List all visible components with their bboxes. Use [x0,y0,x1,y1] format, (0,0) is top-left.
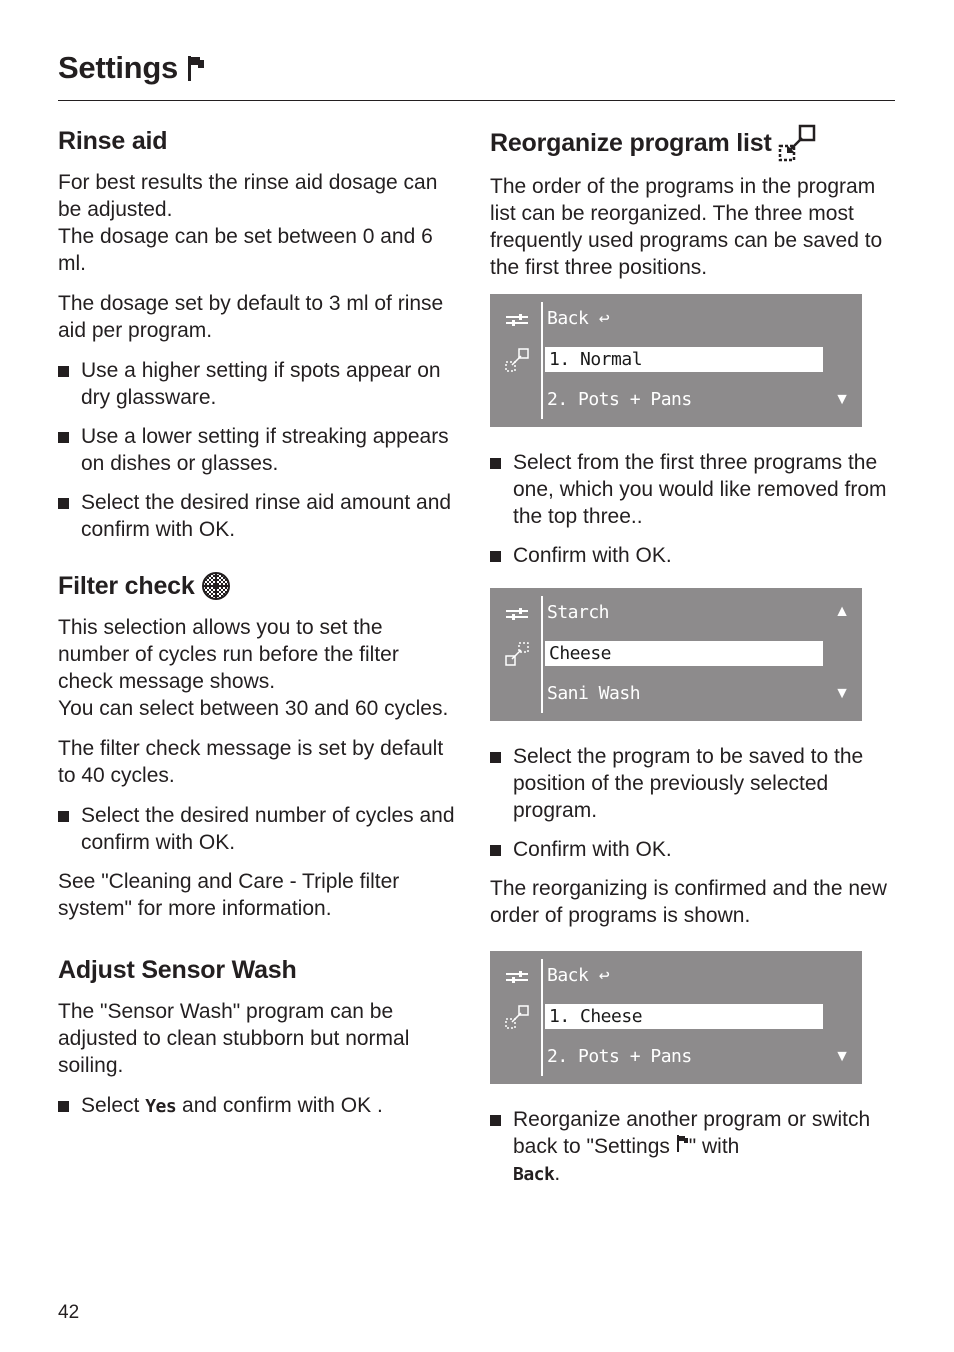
display-row-back[interactable]: Back ↩ [547,965,610,986]
filter-check-text-2: You can select between 30 and 60 cycles. [58,697,449,720]
reorganize-icon [505,642,529,666]
reorganize-confirm-paragraph: The reorganizing is confirmed and the ne… [490,877,887,927]
display-screen-3: Back ↩ 1. Cheese 2. Pots + Pans ▼ [490,951,862,1084]
sensor-wash-paragraph: The "Sensor Wash" program can be adjuste… [58,1000,410,1077]
filter-check-reference: See "Cleaning and Care - Triple filter s… [58,870,400,920]
display-row-selected[interactable]: 1. Cheese [545,1004,823,1029]
filter-check-paragraph: This selection allows you to set the num… [58,614,458,722]
filter-check-text-1: This selection allows you to set the num… [58,616,399,693]
display-row-item[interactable]: Sani Wash [547,683,641,704]
scroll-down-icon[interactable]: ▼ [834,685,850,703]
list-item: Use a higher setting if spots appear on … [58,357,458,411]
page-number: 42 [58,1302,80,1323]
reorganize-heading-text: Reorganize program list [490,129,772,157]
display-screen-1: Back ↩ 1. Normal 2. Pots + Pans ▼ [490,294,862,427]
flag-icon [676,1135,688,1152]
display-divider [541,959,543,1076]
display-row-item[interactable]: Starch [547,602,610,623]
list-item: Confirm with OK. [490,542,890,569]
header-divider [58,100,895,101]
lcd-back-text: Back [513,1164,555,1185]
display-row-selected[interactable]: 1. Normal [545,347,823,372]
filter-check-default: The filter check message is set by defau… [58,737,444,787]
left-column: Rinse aid For best results the rinse aid… [58,124,458,1132]
bullet-text: " with [688,1135,740,1158]
list-item: Select from the first three programs the… [490,449,890,530]
reorganize-icon [505,1005,529,1029]
bullet-text: . [554,1162,561,1185]
list-item: Reorganize another program or switch bac… [490,1106,890,1188]
display-divider [541,302,543,419]
return-arrow-icon: ↩ [598,965,610,986]
rinse-aid-paragraph: For best results the rinse aid dosage ca… [58,169,458,277]
list-item: Confirm with OK. [490,836,890,863]
display-row-back[interactable]: Back ↩ [547,308,610,329]
page-title: Settings [58,50,205,86]
right-column: Reorganize program list The order of the… [490,124,890,1200]
list-item: Select the program to be saved to the po… [490,743,890,824]
reorganize-icon [505,348,529,372]
sensor-wash-section: Adjust Sensor Wash The "Sensor Wash" pro… [58,953,458,1120]
rinse-aid-heading-text: Rinse aid [58,127,168,155]
scroll-down-icon[interactable]: ▼ [834,1048,850,1066]
settings-sliders-icon [506,608,528,620]
filter-check-heading: Filter check [58,569,458,603]
filter-icon [201,572,230,600]
return-arrow-icon: ↩ [598,308,610,329]
rinse-aid-default: The dosage set by default to 3 ml of rin… [58,292,444,342]
settings-sliders-icon [506,314,528,326]
lcd-yes-text: Yes [145,1096,177,1117]
list-item: Select Yes and confirm with OK . [58,1092,458,1120]
filter-check-heading-text: Filter check [58,572,195,600]
flag-icon [187,56,204,81]
display-row-item[interactable]: 2. Pots + Pans [547,1046,692,1067]
bullet-text: Select [81,1094,146,1117]
display-divider [541,596,543,713]
filter-check-section: Filter check This selection allows you t… [58,569,458,922]
rinse-aid-text-1: For best results the rinse aid dosage ca… [58,171,438,221]
display-row-selected[interactable]: Cheese [545,641,823,666]
display-row-item[interactable]: 2. Pots + Pans [547,389,692,410]
settings-sliders-icon [506,971,528,983]
page-title-text: Settings [58,50,178,85]
reorganize-heading: Reorganize program list [490,124,890,162]
bullet-text: and confirm with OK . [176,1094,383,1117]
back-label: Back [547,308,589,329]
scroll-up-icon[interactable]: ▲ [834,603,850,621]
rinse-aid-section: Rinse aid For best results the rinse aid… [58,124,458,543]
list-item: Use a lower setting if streaking appears… [58,423,458,477]
reorganize-paragraph: The order of the programs in the program… [490,175,883,279]
rinse-aid-text-2: The dosage can be set between 0 and 6 ml… [58,225,433,275]
reorganize-icon [778,124,815,162]
rinse-aid-heading: Rinse aid [58,124,458,158]
back-label: Back [547,965,589,986]
scroll-down-icon[interactable]: ▼ [834,391,850,409]
list-item: Select the desired rinse aid amount and … [58,489,458,543]
list-item: Select the desired number of cycles and … [58,802,458,856]
reorganize-section: Reorganize program list The order of the… [490,124,890,1188]
sensor-wash-heading: Adjust Sensor Wash [58,956,297,984]
display-screen-2: Starch ▲ Cheese Sani Wash ▼ [490,588,862,721]
